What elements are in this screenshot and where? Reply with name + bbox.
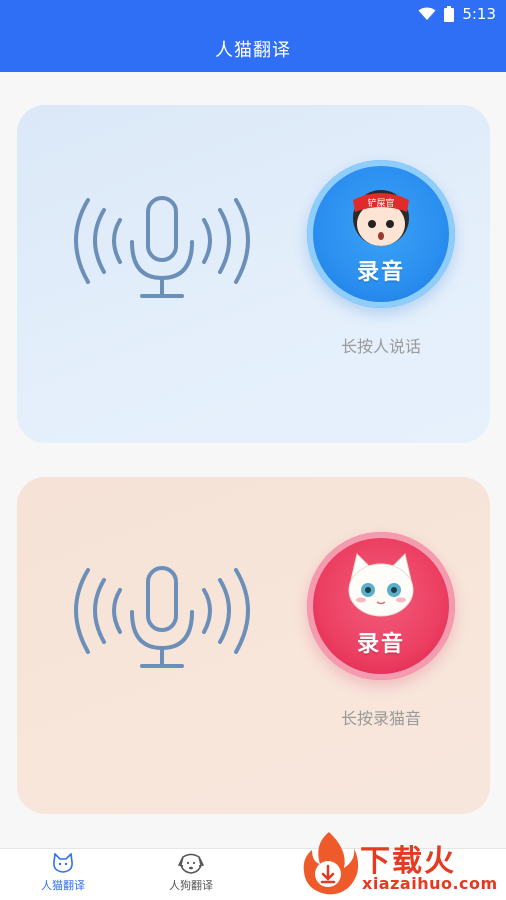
flame-logo-icon [303,832,359,895]
microphone-icon [74,566,250,668]
record-human-label: 录音 [356,260,405,285]
tab-human-cat[interactable]: 人猫翻译 [23,853,103,893]
watermark-url: xiazaihuo.com [362,874,498,893]
record-human-button[interactable]: 铲屎官 录音 [307,160,455,308]
cat-avatar-icon [348,553,414,617]
site-watermark: 下载火 xiazaihuo.com [298,830,504,898]
tab-human-cat-label: 人猫翻译 [41,879,85,892]
microphone-icon [74,196,250,298]
battery-icon [444,6,455,22]
cat-hint-text: 长按录猫音 [340,709,421,728]
human-speech-card: 铲屎官 录音 长按人说话 [17,105,490,443]
wifi-icon [418,7,436,20]
avatar-badge-text: 铲屎官 [367,197,394,209]
status-bar: 5:13 [418,4,496,24]
dog-icon [178,853,204,874]
record-cat-label: 录音 [356,632,405,657]
cat-icon [53,853,73,873]
tab-human-dog[interactable]: 人狗翻译 [151,853,231,893]
human-hint-text: 长按人说话 [340,337,421,356]
status-time: 5:13 [462,5,496,23]
record-cat-button[interactable]: 录音 [307,532,455,680]
cat-sound-card: 录音 长按录猫音 [17,477,490,814]
page-title: 人猫翻译 [215,40,291,61]
app-bar: 5:13 人猫翻译 [0,0,506,72]
tab-human-dog-label: 人狗翻译 [169,879,213,892]
human-avatar-icon: 铲屎官 [353,190,409,246]
